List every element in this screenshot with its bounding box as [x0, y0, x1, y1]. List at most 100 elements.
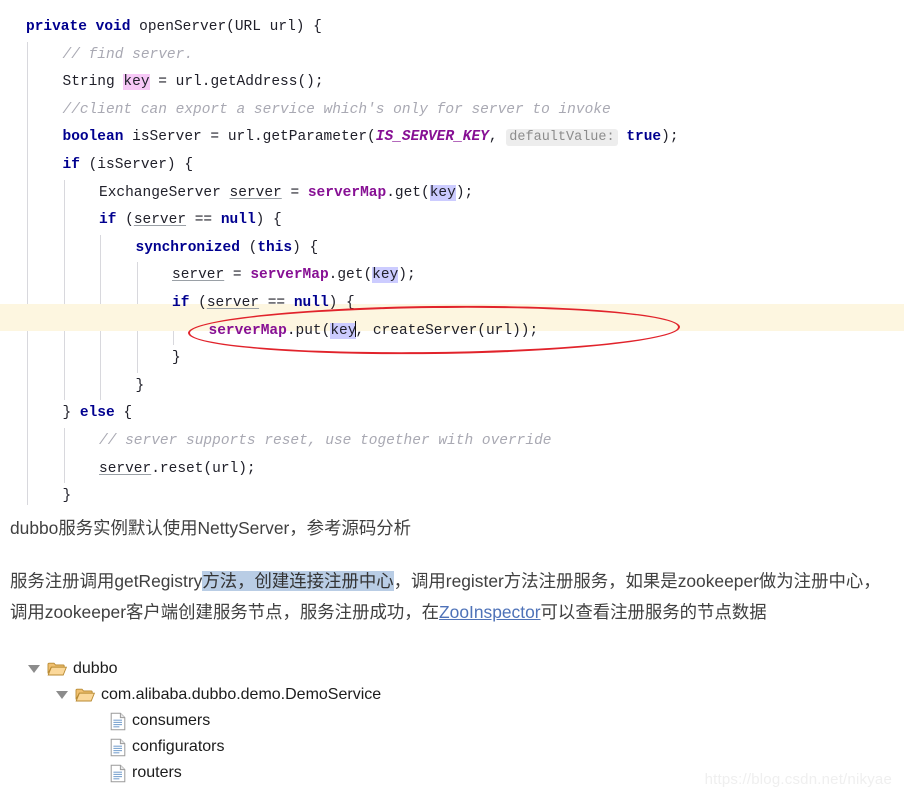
tree-node-label: routers [132, 764, 182, 781]
code-token: key [372, 267, 399, 284]
code-line-text: // server supports reset, use together w… [0, 433, 551, 449]
code-token: private [26, 19, 87, 35]
paragraph-service-registration: 服务注册调用getRegistry方法，创建连接注册中心，调用register方… [10, 566, 894, 628]
code-line[interactable]: if (server == null) { [0, 207, 904, 235]
code-token: .put( [286, 322, 331, 339]
code-lines[interactable]: private void openServer(URL url) { // fin… [0, 14, 904, 505]
document-icon [110, 712, 126, 731]
code-token: server [172, 267, 225, 284]
code-token: , createServer(url)); [355, 322, 539, 339]
tree-node[interactable]: consumers [28, 708, 904, 734]
code-token: serverMap [208, 322, 287, 339]
code-line-text: //client can export a service which's on… [0, 102, 611, 118]
code-token: ExchangeServer [99, 184, 230, 201]
tree-node-label: consumers [132, 712, 211, 729]
code-token: ) { [292, 239, 319, 256]
code-block[interactable]: private void openServer(URL url) { // fin… [0, 0, 904, 505]
code-line-text: // find server. [0, 46, 194, 63]
code-token: //client can export a service which's on… [62, 101, 611, 118]
code-token: ( [189, 294, 207, 311]
code-token: openServer(URL url) { [130, 19, 322, 35]
code-token: true [626, 129, 662, 146]
code-line-text: if (isServer) { [0, 156, 194, 173]
code-line[interactable]: synchronized (this) { [0, 235, 904, 263]
code-line[interactable]: String key = url.getAddress(); [0, 69, 904, 97]
document-icon [110, 738, 126, 757]
code-token: // find server. [62, 46, 194, 63]
code-line[interactable]: } else { [0, 400, 904, 428]
code-token: IS_SERVER_KEY [375, 129, 489, 146]
code-line-text: } [0, 377, 145, 394]
para2-selected-text[interactable]: 方法，创建连接注册中心 [202, 571, 394, 591]
code-token: ) { [255, 212, 282, 229]
watermark: https://blog.csdn.net/nikyae [704, 771, 892, 788]
code-line[interactable]: //client can export a service which's on… [0, 97, 904, 125]
code-token: ( [239, 239, 258, 256]
code-token: ( [116, 212, 134, 229]
code-token: boolean [62, 129, 124, 146]
code-token: // server supports reset, use together w… [99, 432, 552, 449]
document-icon [110, 764, 126, 783]
code-token: this [257, 239, 293, 256]
code-line[interactable]: boolean isServer = url.getParameter(IS_S… [0, 124, 904, 152]
code-token: } [172, 350, 181, 367]
code-token: { [114, 405, 133, 422]
code-token: void [95, 19, 131, 35]
code-line-text: ExchangeServer server = serverMap.get(ke… [0, 184, 473, 201]
zookeeper-node-tree[interactable]: dubbo com.alibaba.dubbo.demo.DemoService c… [0, 650, 904, 786]
tree-node-label: dubbo [73, 660, 118, 677]
zooinspector-link[interactable]: ZooInspector [439, 602, 541, 622]
paragraph-dubbo-nettyserver: dubbo服务实例默认使用NettyServer，参考源码分析 [10, 513, 894, 544]
tree-node[interactable]: configurators [28, 734, 904, 760]
code-line[interactable]: // find server. [0, 42, 904, 70]
code-token: else [79, 405, 115, 422]
code-line[interactable]: } [0, 483, 904, 505]
code-line[interactable]: if (server == null) { [0, 290, 904, 318]
tree-node[interactable]: dubbo [28, 656, 904, 682]
chevron-down-icon[interactable] [56, 691, 68, 699]
code-token: ) { [328, 294, 355, 311]
code-token: = [281, 184, 308, 201]
code-line-text: } else { [0, 405, 133, 422]
code-token: server [133, 212, 187, 229]
code-token: , [488, 129, 507, 146]
code-token: String [62, 74, 124, 91]
code-line-text: server.reset(url); [0, 461, 256, 477]
code-line[interactable]: ExchangeServer server = serverMap.get(ke… [0, 180, 904, 208]
chevron-down-icon[interactable] [28, 665, 40, 673]
code-token: key [330, 322, 357, 339]
code-line-text: boolean isServer = url.getParameter(IS_S… [0, 129, 679, 147]
code-token: null [220, 212, 256, 229]
code-token: (isServer) { [79, 156, 194, 173]
code-line[interactable]: server.reset(url); [0, 456, 904, 484]
code-line-text: } [0, 488, 72, 505]
tree-node[interactable]: com.alibaba.dubbo.demo.DemoService [28, 682, 904, 708]
code-line[interactable]: serverMap.put(key, createServer(url)); [0, 318, 904, 346]
code-token: == [259, 294, 294, 311]
code-token: if [172, 294, 190, 311]
code-line[interactable]: } [0, 345, 904, 373]
code-token: .get( [386, 184, 430, 201]
code-line[interactable]: // server supports reset, use together w… [0, 428, 904, 456]
code-line[interactable]: server = serverMap.get(key); [0, 262, 904, 290]
code-token: key [123, 74, 150, 91]
code-token: == [186, 212, 221, 229]
para2-part3: 可以查看注册服务的节点数据 [540, 602, 767, 622]
code-line[interactable]: private void openServer(URL url) { [0, 14, 904, 42]
folder-open-icon [75, 687, 96, 703]
code-token: = [224, 267, 251, 284]
code-token: ); [661, 129, 679, 146]
tree-node-label: com.alibaba.dubbo.demo.DemoService [101, 686, 382, 703]
code-token: } [135, 377, 145, 394]
code-line[interactable]: } [0, 373, 904, 401]
code-line[interactable]: if (isServer) { [0, 152, 904, 180]
code-token: serverMap [307, 184, 387, 201]
code-token: .get( [328, 267, 373, 284]
code-token: server [229, 184, 282, 201]
code-token: isServer = url.getParameter( [123, 129, 376, 146]
code-token: } [62, 488, 72, 505]
code-token: synchronized [135, 239, 240, 256]
code-line-text: String key = url.getAddress(); [0, 74, 324, 91]
code-token: if [99, 212, 117, 229]
